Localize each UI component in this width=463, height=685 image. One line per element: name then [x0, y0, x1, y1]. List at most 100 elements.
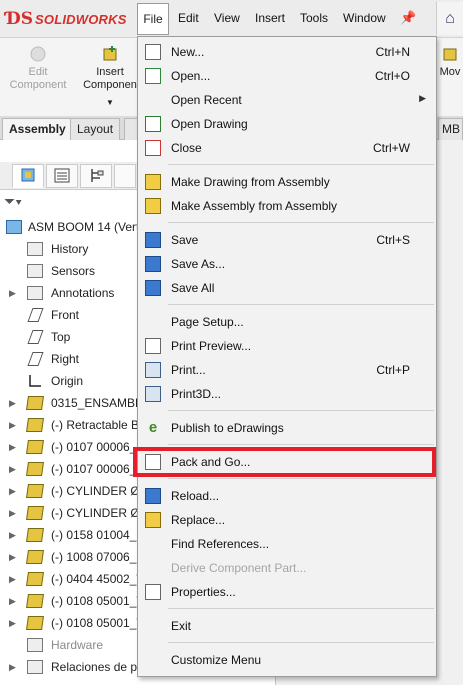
properties-icon [145, 584, 161, 600]
more-panel-tab[interactable] [114, 164, 136, 188]
sensors-icon [27, 264, 43, 278]
menu-item-open-drawing[interactable]: Open Drawing [138, 112, 436, 136]
insert-components-icon [103, 46, 117, 61]
tab-layout[interactable]: Layout [70, 118, 121, 140]
plane-icon [27, 308, 44, 322]
close-document-icon [145, 140, 161, 156]
menu-item-save[interactable]: Save Ctrl+S [138, 228, 436, 252]
subassembly-icon [26, 418, 44, 432]
menu-item-new[interactable]: New... Ctrl+N [138, 40, 436, 64]
part-icon [26, 484, 44, 498]
menu-item-close[interactable]: Close Ctrl+W [138, 136, 436, 160]
menu-item-print[interactable]: Print... Ctrl+P [138, 358, 436, 382]
mates-icon [27, 660, 43, 674]
menu-view[interactable]: View [214, 11, 240, 25]
expand-icon[interactable]: ▶ [9, 392, 16, 414]
highlight-box [133, 447, 436, 477]
expand-icon[interactable]: ▶ [9, 590, 16, 612]
expand-icon[interactable]: ▶ [9, 414, 16, 436]
menu-tools[interactable]: Tools [300, 11, 328, 25]
menu-edit[interactable]: Edit [178, 11, 199, 25]
menu-item-make-drawing[interactable]: Make Drawing from Assembly [138, 170, 436, 194]
move-component-icon [443, 48, 457, 61]
part-icon [26, 506, 44, 520]
expand-icon[interactable]: ▶ [9, 546, 16, 568]
expand-icon[interactable]: ▶ [9, 612, 16, 634]
menu-separator [168, 444, 434, 445]
menu-item-make-assembly[interactable]: Make Assembly from Assembly [138, 194, 436, 218]
menu-item-customize-menu[interactable]: Customize Menu [138, 648, 436, 672]
home-icon[interactable]: ⌂ [436, 2, 463, 35]
menu-separator [168, 304, 434, 305]
part-icon [26, 616, 44, 630]
save-as-icon [145, 256, 161, 272]
menu-item-print-preview[interactable]: Print Preview... [138, 334, 436, 358]
menu-item-reload[interactable]: Reload... [138, 484, 436, 508]
feature-manager-tab[interactable] [12, 164, 44, 188]
plane-icon [27, 352, 44, 366]
menu-separator [168, 608, 434, 609]
save-icon [145, 232, 161, 248]
menu-item-properties[interactable]: Properties... [138, 580, 436, 604]
solidworks-logo[interactable]: ƊS SOLIDWORKS [6, 9, 127, 29]
menu-item-exit[interactable]: Exit [138, 614, 436, 638]
tab-more[interactable] [124, 118, 138, 140]
reload-icon [145, 488, 161, 504]
configuration-icon [91, 169, 104, 182]
menu-item-open[interactable]: Open... Ctrl+O [138, 64, 436, 88]
feature-tree-icon [21, 168, 35, 182]
menu-insert[interactable]: Insert [255, 11, 285, 25]
edrawings-icon: e [148, 419, 158, 436]
open-drawing-icon [145, 116, 161, 132]
menu-window[interactable]: Window [343, 11, 386, 25]
menu-item-save-all[interactable]: Save All [138, 276, 436, 300]
menu-separator [168, 410, 434, 411]
make-assembly-icon [145, 198, 161, 214]
menu-item-publish-edrawings[interactable]: e Publish to eDrawings [138, 416, 436, 440]
configuration-manager-tab[interactable] [80, 164, 112, 188]
subassembly-icon [26, 396, 44, 410]
menu-item-page-setup[interactable]: Page Setup... [138, 310, 436, 334]
annotations-icon [27, 286, 43, 300]
edit-component-button[interactable]: Edit Component [6, 44, 70, 92]
expand-icon[interactable]: ▶ [9, 656, 16, 678]
submenu-arrow-icon: ▶ [419, 93, 426, 103]
print3d-icon [145, 386, 161, 402]
property-list-icon [54, 168, 70, 183]
pin-icon[interactable]: 📌 [400, 10, 416, 26]
property-manager-tab[interactable] [46, 164, 78, 188]
insert-components-button[interactable]: Insert Componen ▼ [78, 44, 142, 109]
move-component-button[interactable]: Mov [437, 44, 463, 79]
expand-icon[interactable]: ▶ [9, 524, 16, 546]
menu-file[interactable]: File [137, 3, 169, 35]
expand-icon[interactable]: ▶ [9, 436, 16, 458]
menu-bar: ƊS SOLIDWORKS File Edit View Insert Tool… [0, 0, 463, 38]
expand-icon[interactable]: ▶ [9, 502, 16, 524]
expand-icon[interactable]: ▶ [9, 282, 16, 304]
filter-icon[interactable]: ⏷▾ [4, 193, 22, 210]
chevron-down-icon[interactable]: ▼ [78, 96, 142, 109]
print-preview-icon [145, 338, 161, 354]
menu-item-print3d[interactable]: Print3D... [138, 382, 436, 406]
expand-icon[interactable]: ▶ [9, 568, 16, 590]
menu-item-open-recent[interactable]: Open Recent ▶ [138, 88, 436, 112]
menu-item-find-references[interactable]: Find References... [138, 532, 436, 556]
folder-icon [27, 638, 43, 652]
printer-icon [145, 362, 161, 378]
menu-item-replace[interactable]: Replace... [138, 508, 436, 532]
menu-item-save-as[interactable]: Save As... [138, 252, 436, 276]
tab-assembly[interactable]: Assembly [2, 118, 73, 140]
open-icon [145, 68, 161, 84]
subassembly-icon [26, 440, 44, 454]
history-icon [27, 242, 43, 256]
app-name: SOLIDWORKS [35, 11, 127, 27]
menu-separator [168, 222, 434, 223]
assembly-icon [6, 220, 22, 234]
replace-icon [145, 512, 161, 528]
tab-mbd[interactable]: MB [438, 118, 463, 140]
expand-icon[interactable]: ▶ [9, 480, 16, 502]
save-all-icon [145, 280, 161, 296]
origin-icon [29, 375, 41, 387]
expand-icon[interactable]: ▶ [9, 458, 16, 480]
file-menu-dropdown: New... Ctrl+N Open... Ctrl+O Open Recent… [137, 36, 437, 677]
